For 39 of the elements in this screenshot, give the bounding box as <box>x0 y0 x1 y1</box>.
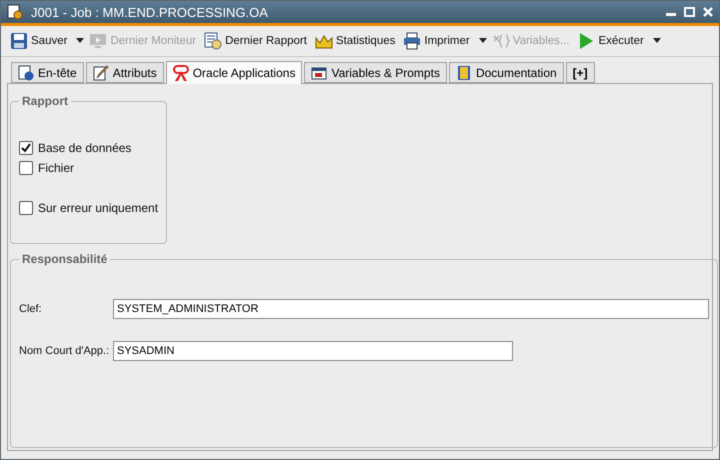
report-clock-icon <box>204 32 222 50</box>
maximize-icon[interactable] <box>684 7 695 17</box>
window-icon <box>311 64 328 80</box>
caret-icon[interactable] <box>76 38 84 44</box>
input-field[interactable]: SYSTEM_ADMINISTRATOR <box>113 299 709 319</box>
tab[interactable]: Attributs <box>86 62 164 83</box>
checkbox-label: Fichier <box>38 161 74 175</box>
caret-icon[interactable] <box>652 38 661 44</box>
input-field[interactable]: SYSADMIN <box>113 341 513 361</box>
checkbox[interactable] <box>19 141 33 155</box>
pencil-document-icon <box>92 64 109 80</box>
tab[interactable]: [+] <box>566 62 595 83</box>
close-icon[interactable] <box>703 7 713 17</box>
tab[interactable]: En-tête <box>11 62 84 83</box>
play-icon <box>577 32 596 50</box>
checkbox[interactable] <box>19 201 33 215</box>
toolbar-button[interactable]: Sauver <box>7 30 70 52</box>
toolbar-button[interactable]: Imprimer <box>400 30 473 52</box>
group-title: Rapport <box>21 94 69 108</box>
info-document-icon <box>18 64 34 80</box>
oracle-icon <box>172 65 189 81</box>
field-label: Clef: <box>19 303 43 315</box>
checkbox-label: Base de données <box>38 141 132 155</box>
variables-icon <box>492 32 510 50</box>
group-title: Responsabilité <box>21 252 108 266</box>
toolbar-button[interactable]: Statistiques <box>312 30 398 52</box>
tab[interactable]: Oracle Applications <box>166 61 302 84</box>
tab[interactable]: Documentation <box>448 62 564 83</box>
field-label: Nom Court d'App.: <box>19 345 110 357</box>
window-title: J001 - Job : MM.END.PROCESSING.OA <box>31 4 269 20</box>
toolbar-button[interactable]: Dernier Rapport <box>201 30 310 52</box>
book-icon <box>456 64 472 80</box>
monitor-icon <box>89 32 108 50</box>
caret-icon[interactable] <box>478 38 487 44</box>
checkbox[interactable] <box>19 161 33 175</box>
toolbar-button[interactable]: Exécuter <box>574 30 647 52</box>
checkbox-label: Sur erreur uniquement <box>38 201 158 215</box>
tab[interactable]: Variables & Prompts <box>304 62 447 83</box>
printer-icon <box>403 32 422 50</box>
